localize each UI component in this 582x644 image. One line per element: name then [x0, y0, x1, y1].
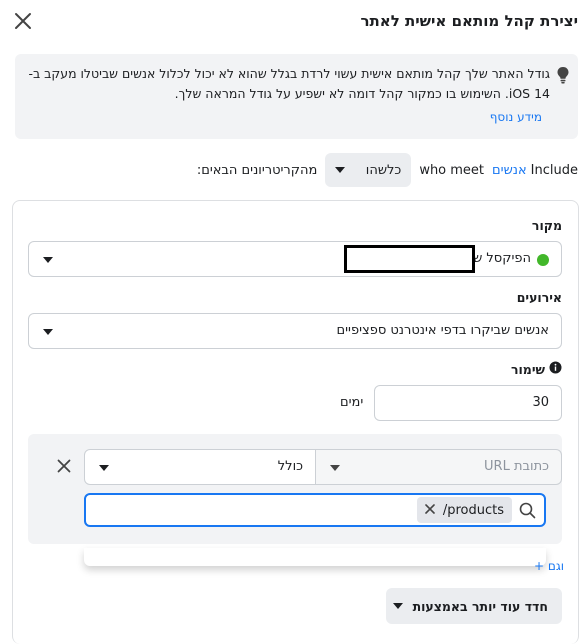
retention-days-input[interactable]: 30	[374, 385, 562, 421]
match-type-select[interactable]: כלשהו	[325, 153, 412, 187]
url-search-input[interactable]: /products	[84, 493, 546, 527]
retention-value: 30	[532, 395, 549, 410]
url-token-value: /products	[442, 502, 504, 518]
match-type-value: כלשהו	[365, 162, 402, 178]
events-label: אירועים	[516, 290, 562, 305]
chevron-down-icon	[99, 465, 109, 471]
retention-header: שימור	[511, 361, 562, 378]
chevron-down-icon	[43, 257, 53, 263]
include-criteria-row: מהקריטריונים הבאים: כלשהו who meet אנשים…	[197, 152, 578, 188]
chevron-down-icon	[330, 465, 340, 471]
include-text: Include	[530, 162, 578, 178]
remove-rule-icon[interactable]	[57, 459, 71, 473]
retention-unit: ימים	[340, 395, 364, 410]
refine-further-button[interactable]: חדד עוד יותר באמצעות	[386, 588, 562, 624]
learn-more-link[interactable]: מידע נוסף	[490, 110, 542, 124]
url-field-select[interactable]: כתובת URL	[315, 449, 562, 485]
people-link[interactable]: אנשים	[492, 163, 527, 178]
info-banner: גודל האתר שלך קהל מותאם אישית עשוי לרדת …	[15, 54, 578, 139]
refine-button-label: חדד עוד יותר באמצעות	[412, 598, 548, 614]
retention-label: שימור	[510, 362, 545, 377]
close-icon[interactable]	[14, 12, 32, 30]
source-label: מקור	[531, 218, 562, 233]
redaction-box	[344, 245, 475, 273]
operator-select[interactable]: כולל	[84, 449, 316, 485]
add-condition-link[interactable]: + וגם	[534, 559, 564, 573]
chevron-down-icon	[335, 167, 346, 173]
events-value: אנשים שביקרו בדפי אינטרנט ספציפיים	[336, 323, 549, 338]
suggestions-dropdown	[84, 548, 546, 566]
operator-value: כולל	[277, 459, 303, 474]
remove-token-icon[interactable]	[425, 503, 435, 518]
source-select[interactable]: הפיקסל של	[28, 241, 562, 277]
url-rule-box: כולל כתובת URL /products	[28, 434, 562, 544]
lightbulb-icon	[556, 66, 570, 84]
info-icon[interactable]	[549, 361, 562, 378]
url-field-placeholder: כתובת URL	[484, 459, 549, 474]
url-token[interactable]: /products	[416, 497, 512, 523]
status-dot	[537, 254, 549, 266]
search-icon	[519, 502, 536, 523]
chevron-down-icon	[43, 329, 53, 335]
who-meet-text: who meet	[419, 162, 485, 178]
criteria-suffix: מהקריטריונים הבאים:	[196, 162, 318, 178]
source-value: הפיקסל של	[465, 251, 531, 266]
info-text: גודל האתר שלך קהל מותאם אישית עשוי לרדת …	[28, 66, 550, 101]
chevron-down-icon	[392, 603, 403, 609]
events-select[interactable]: אנשים שביקרו בדפי אינטרנט ספציפיים	[28, 313, 562, 349]
dialog-title: יצירת קהל מותאם אישית לאתר	[360, 12, 578, 30]
